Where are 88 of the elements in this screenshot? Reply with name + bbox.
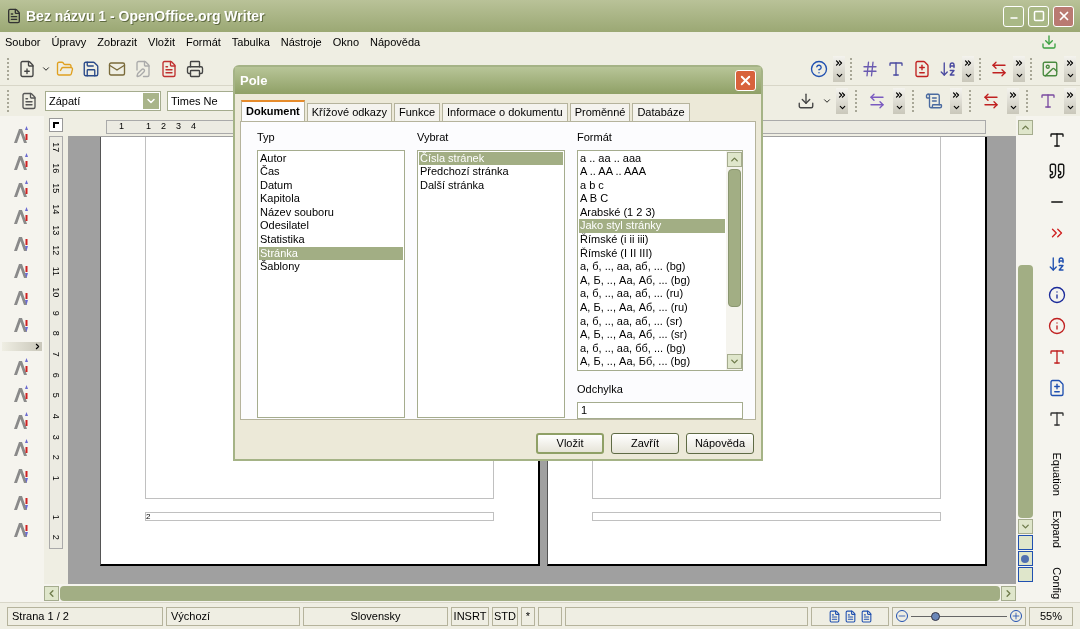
ruler-number: 2: [50, 535, 63, 541]
ruler-number: 1: [50, 514, 63, 520]
panel-label[interactable]: Expand: [1048, 510, 1066, 548]
ruler-number: 3: [176, 120, 182, 134]
ruler-number: 12: [50, 245, 63, 256]
dialog-title: Pole: [240, 71, 268, 90]
menu-item[interactable]: Formát: [186, 33, 221, 51]
type-label: Typ: [257, 130, 276, 145]
list-item[interactable]: А, Б, .., Аа, Аб, ... (sr): [579, 328, 725, 342]
list-item[interactable]: Název souboru: [259, 205, 403, 220]
panel-label[interactable]: Config: [1048, 567, 1066, 600]
window-title: Bez názvu 1 - OpenOffice.org Writer: [26, 6, 266, 26]
ruler-number: 4: [50, 413, 63, 419]
menu-item[interactable]: Okno: [332, 33, 359, 51]
list-item[interactable]: Další stránka: [419, 178, 563, 193]
menu-item[interactable]: Nápověda: [370, 33, 421, 51]
ruler-number: 1: [50, 475, 63, 481]
menu-item[interactable]: Úpravy: [51, 33, 87, 51]
list-item[interactable]: А, Б, .., Аа, Аб, ... (ru): [579, 301, 725, 315]
dialog-button[interactable]: Nápověda: [686, 433, 754, 454]
modified-indicator: *: [521, 606, 535, 626]
list-item[interactable]: а, б, .., аа, аб, ... (ru): [579, 287, 725, 302]
list-item[interactable]: Datum: [259, 178, 403, 193]
dialog-tab[interactable]: Dokument: [241, 100, 305, 121]
menu-item[interactable]: Zobrazit: [97, 33, 138, 51]
ruler-number: 6: [50, 372, 63, 378]
dialog-tab[interactable]: Křížové odkazy: [306, 103, 392, 121]
ruler-number: 17: [50, 142, 63, 153]
ruler-number: 7: [50, 351, 63, 357]
select-label: Vybrat: [417, 130, 450, 145]
list-item[interactable]: a b c: [579, 178, 725, 193]
selection-mode: STD: [492, 606, 518, 626]
ruler-number: 15: [50, 183, 63, 194]
offset-field[interactable]: 1: [577, 401, 743, 419]
list-item[interactable]: Kapitola: [259, 192, 403, 206]
ruler-number: 2: [161, 120, 167, 134]
ruler-number: 1: [119, 120, 124, 134]
ruler-number: 10: [50, 287, 63, 298]
ruler-number: 11: [50, 266, 63, 277]
list-item[interactable]: a .. aa .. aaa: [579, 151, 725, 166]
menu-item[interactable]: Soubor: [5, 33, 41, 51]
list-item[interactable]: Římské (i ii iii): [579, 233, 725, 247]
list-item[interactable]: Římské (I II III): [579, 246, 725, 261]
dialog-tab[interactable]: Informace o dokumentu: [442, 103, 568, 121]
dialog-tab[interactable]: Funkce: [394, 103, 441, 121]
dialog-button[interactable]: Zavřít: [611, 433, 679, 454]
menu-item[interactable]: Tabulka: [231, 33, 270, 51]
ruler-number: 1: [146, 120, 152, 134]
list-item[interactable]: А, Б, .., Аа, Бб, ... (bg): [579, 355, 725, 369]
list-item[interactable]: Předchozí stránka: [419, 165, 563, 179]
ruler-number: 8: [50, 331, 63, 337]
list-item[interactable]: Čas: [259, 165, 403, 179]
list-item[interactable]: а, б, .., аа, аб, ... (sr): [579, 314, 725, 329]
ruler-number: 5: [50, 393, 63, 399]
paragraph-style-combo[interactable]: Zápatí: [45, 91, 161, 111]
dialog-tab[interactable]: Databáze: [632, 103, 690, 121]
menu-item[interactable]: Nástroje: [280, 33, 322, 51]
format-label: Formát: [577, 130, 613, 145]
list-item[interactable]: Arabské (1 2 3): [579, 205, 725, 220]
list-item[interactable]: Autor: [259, 151, 403, 166]
offset-label: Odchylka: [577, 382, 624, 397]
list-item[interactable]: A B C: [579, 192, 725, 206]
insert-mode: INSRT: [451, 606, 489, 626]
menu-item[interactable]: Vložit: [148, 33, 175, 51]
ruler-number: 3: [50, 434, 63, 440]
panel-label[interactable]: Equation: [1048, 452, 1066, 496]
list-item[interactable]: а, б, .., аа, бб, ... (bg): [579, 341, 725, 356]
list-item[interactable]: A .. AA .. AAA: [579, 165, 725, 179]
dialog-button[interactable]: Vložit: [536, 433, 604, 454]
list-item[interactable]: Odesilatel: [259, 219, 403, 234]
list-item[interactable]: Šablony: [259, 260, 403, 274]
page-number: 2: [146, 512, 151, 521]
ruler-number: 2: [50, 455, 63, 461]
list-item[interactable]: а, б, .., аа, аб, ... (bg): [579, 260, 725, 274]
type-list[interactable]: Autor Čas Datum Kapitola Název souboru Odesilatel Statistika Stránka Šablony: [257, 149, 405, 418]
page-style: Výchozí: [166, 606, 300, 626]
select-list[interactable]: Čísla stránek Předchozí stránka Další stránka: [417, 149, 565, 418]
ruler-number: 16: [50, 163, 63, 174]
ruler-number: 4: [191, 120, 197, 134]
zoom-value: 55%: [1029, 606, 1073, 626]
list-item[interactable]: Statistika: [259, 233, 403, 247]
ruler-number: 9: [50, 310, 63, 316]
list-item[interactable]: А, Б, .., Аа, Аб, ... (bg): [579, 273, 725, 288]
ruler-number: 14: [50, 204, 63, 215]
ruler-number: 13: [50, 225, 63, 236]
page-indicator: Strana 1 / 2: [7, 606, 163, 626]
language: Slovensky: [303, 606, 448, 626]
dialog-tab[interactable]: Proměnné: [569, 103, 631, 121]
